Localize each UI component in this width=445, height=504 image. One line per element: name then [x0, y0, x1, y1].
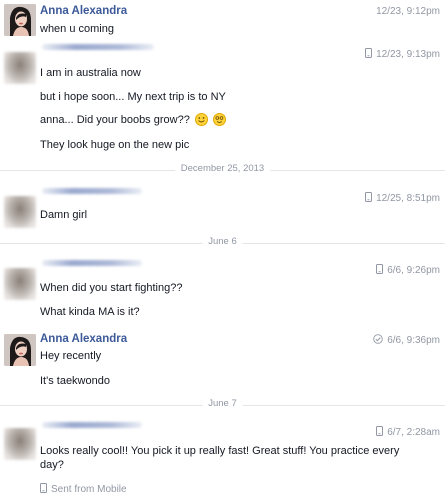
avatar[interactable] — [4, 4, 36, 36]
mobile-phone-icon — [365, 48, 373, 61]
avatar[interactable] — [4, 196, 36, 228]
sender-name-redacted — [42, 260, 142, 266]
sent-from-mobile-text: Sent from Mobile — [51, 484, 127, 495]
timestamp: 12/25, 8:51pm — [365, 192, 440, 205]
message-text: but i hope soon... My next trip is to NY — [40, 91, 226, 103]
timestamp: 6/6, 9:26pm — [376, 264, 440, 277]
smiley-emoji-icon — [194, 113, 208, 126]
date-divider: June 7 — [0, 398, 445, 412]
avatar[interactable] — [4, 428, 36, 460]
avatar[interactable] — [4, 334, 36, 366]
message-text: Hey recently — [40, 350, 102, 362]
message-text: What kinda MA is it? — [40, 306, 140, 318]
timestamp: 6/7, 2:28am — [376, 426, 440, 439]
message-text: When did you start fighting?? — [40, 282, 183, 294]
avatar-photo — [4, 334, 36, 366]
sender-name-redacted — [42, 44, 154, 50]
message-text: I am in australia now — [40, 67, 141, 79]
message-text: anna... Did your boobs grow?? — [40, 113, 226, 127]
message-text: It's taekwondo — [40, 375, 110, 387]
check-icon — [373, 334, 383, 347]
divider-label: December 25, 2013 — [174, 163, 271, 174]
mobile-phone-icon — [365, 192, 373, 205]
sender-name-redacted — [42, 188, 142, 194]
sender-name[interactable]: Anna Alexandra — [40, 333, 127, 345]
timestamp-text: 6/6, 9:26pm — [387, 265, 440, 276]
message-text: when u coming — [40, 23, 114, 35]
avatar-photo — [4, 4, 36, 36]
timestamp-text: 12/23, 9:12pm — [376, 6, 440, 17]
smiley-emoji-icon — [212, 113, 226, 126]
sent-from-mobile: Sent from Mobile — [40, 483, 127, 496]
date-divider: December 25, 2013 — [0, 163, 445, 177]
message-text-content: anna... Did your boobs grow?? — [40, 114, 190, 126]
divider-label: June 7 — [202, 398, 243, 409]
sender-name[interactable]: Anna Alexandra — [40, 5, 127, 17]
avatar[interactable] — [4, 52, 36, 84]
timestamp-text: 6/7, 2:28am — [387, 427, 440, 438]
timestamp: 12/23, 9:13pm — [365, 48, 440, 61]
message-text: They look huge on the new pic — [40, 139, 190, 151]
timestamp-text: 12/23, 9:13pm — [376, 49, 440, 60]
message-text: Damn girl — [40, 209, 88, 221]
timestamp-text: 6/6, 9:36pm — [387, 335, 440, 346]
divider-label: June 6 — [202, 236, 243, 247]
avatar[interactable] — [4, 268, 36, 300]
timestamp: 12/23, 9:12pm — [376, 6, 440, 17]
timestamp: 6/6, 9:36pm — [373, 334, 440, 347]
mobile-phone-icon — [40, 483, 47, 496]
date-divider: June 6 — [0, 236, 445, 250]
message-text: Looks really cool!! You pick it up reall… — [40, 445, 400, 471]
mobile-phone-icon — [376, 264, 384, 277]
timestamp-text: 12/25, 8:51pm — [376, 193, 440, 204]
sender-name-redacted — [42, 422, 142, 428]
mobile-phone-icon — [376, 426, 384, 439]
